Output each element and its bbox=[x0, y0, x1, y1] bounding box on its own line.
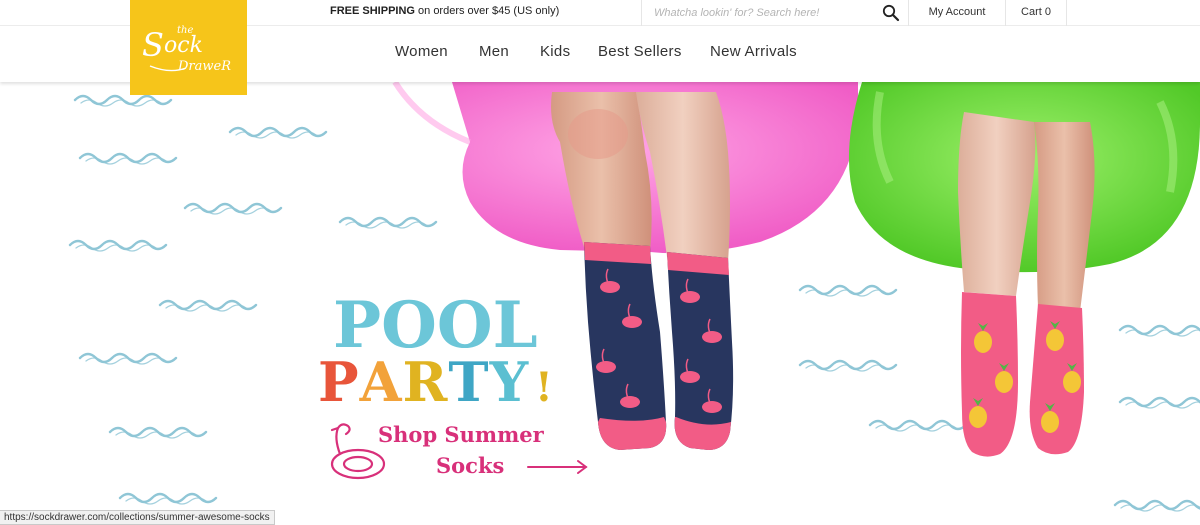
sock-drawer-logo[interactable]: the S ock DrawеR bbox=[130, 0, 247, 95]
headline-party-letter: P bbox=[318, 350, 360, 414]
svg-text:DrawеR: DrawеR bbox=[177, 59, 231, 74]
nav-best-sellers[interactable]: Best Sellers bbox=[598, 43, 682, 60]
headline-party-letter: ! bbox=[535, 364, 554, 411]
page: POOL PARTY! Shop Summer Socks FREE SHIPP… bbox=[0, 0, 1200, 525]
my-account-link[interactable]: My Account bbox=[908, 0, 1005, 26]
arrow-right-icon bbox=[527, 460, 588, 474]
browser-status-url: https://sockdrawer.com/collections/summe… bbox=[0, 510, 275, 525]
svg-text:ock: ock bbox=[164, 33, 203, 58]
headline-pool: POOL bbox=[333, 288, 538, 357]
shop-summer-link[interactable]: Shop Summer bbox=[378, 422, 544, 447]
logo-mark: the S ock DrawеR bbox=[142, 25, 231, 74]
legs-pineapple-socks bbox=[958, 112, 1095, 457]
cart-link[interactable]: Cart 0 bbox=[1005, 0, 1067, 26]
svg-text:S: S bbox=[142, 26, 164, 64]
shipping-bold-text: FREE SHIPPING bbox=[330, 5, 415, 17]
free-shipping-banner: FREE SHIPPING on orders over $45 (US onl… bbox=[330, 5, 559, 17]
shipping-rest-text: on orders over $45 (US only) bbox=[414, 5, 560, 17]
headline-party-letter: T bbox=[448, 350, 490, 414]
headline-party-letter: Y bbox=[489, 350, 530, 414]
search-box bbox=[641, 0, 908, 26]
search-icon[interactable] bbox=[881, 3, 901, 23]
nav-men[interactable]: Men bbox=[479, 43, 509, 60]
headline-party-letter: A bbox=[359, 350, 403, 414]
hero-banner[interactable]: POOL PARTY! Shop Summer Socks bbox=[0, 82, 1200, 525]
shop-socks-link[interactable]: Socks bbox=[436, 453, 504, 478]
flamingo-float-icon bbox=[330, 423, 386, 480]
legs-flamingo-socks bbox=[551, 92, 734, 450]
nav-women[interactable]: Women bbox=[395, 43, 448, 60]
search-input[interactable] bbox=[654, 4, 874, 22]
headline-pool-text: POOL bbox=[333, 288, 538, 357]
nav-kids[interactable]: Kids bbox=[540, 43, 570, 60]
nav-new-arrivals[interactable]: New Arrivals bbox=[710, 43, 797, 60]
headline-party-letter: R bbox=[402, 350, 449, 414]
headline-party: PARTY! bbox=[318, 350, 554, 414]
